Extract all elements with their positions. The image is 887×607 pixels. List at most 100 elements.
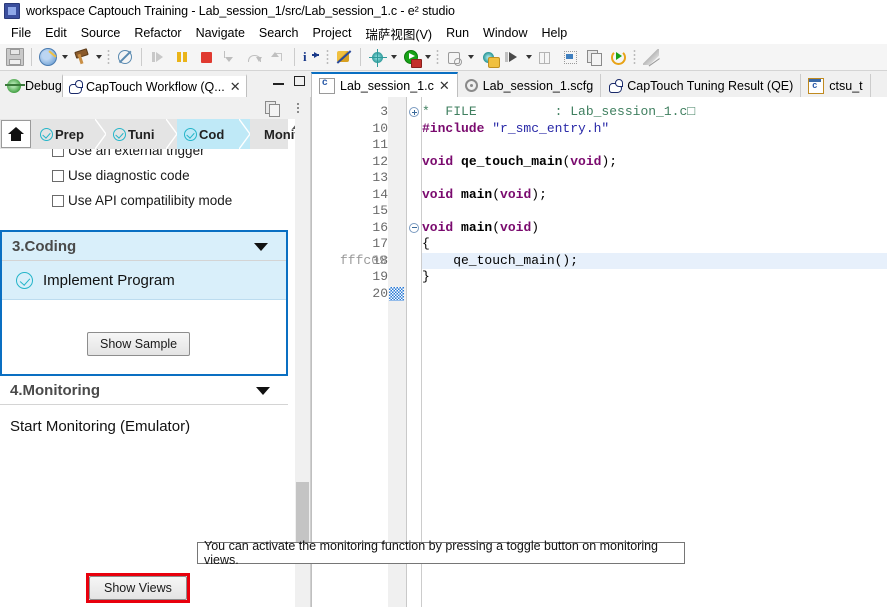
show-views-button[interactable]: Show Views <box>89 576 187 600</box>
editor-tab-lab-session-1-c-label: Lab_session_1.c <box>340 78 434 93</box>
new-wizard-button[interactable] <box>37 46 59 68</box>
code-line[interactable]: void main(void) <box>422 220 887 237</box>
code-line[interactable] <box>422 170 887 187</box>
menu-item-navigate[interactable]: Navigate <box>189 24 252 42</box>
checkbox-icon[interactable] <box>52 149 64 157</box>
save-icon <box>6 48 24 66</box>
step-return-button[interactable] <box>267 46 289 68</box>
editor-tab-lab-session-1-c[interactable]: Lab_session_1.c ✕ <box>311 72 458 97</box>
editor-tab-ctsu[interactable]: ctsu_t <box>801 74 871 97</box>
run-button[interactable] <box>400 46 422 68</box>
menu-item-help[interactable]: Help <box>535 24 575 42</box>
editor-tab-captouch-tuning-result[interactable]: CapTouch Tuning Result (QE) <box>601 74 802 97</box>
step-into-icon <box>222 49 238 65</box>
left-panel-scrollbar[interactable] <box>295 119 310 607</box>
profile-button[interactable] <box>443 46 465 68</box>
checkbox-icon[interactable] <box>52 194 64 207</box>
minimize-icon[interactable] <box>273 76 284 86</box>
code-line[interactable] <box>422 286 887 303</box>
menu-item-renesas-views[interactable]: 瑞萨视图(V) <box>358 22 439 45</box>
step-into-button[interactable] <box>219 46 241 68</box>
chevron-down-icon[interactable] <box>254 243 268 251</box>
run-to-line-dropdown[interactable] <box>524 46 534 68</box>
option-use-diagnostic-code[interactable]: Use diagnostic code <box>0 164 288 187</box>
reset-button[interactable] <box>607 46 629 68</box>
task-start-monitoring-emulator[interactable]: Start Monitoring (Emulator) <box>0 411 288 441</box>
home-button[interactable] <box>1 120 31 148</box>
code-editor[interactable]: 3 10 11 12 13 14 15 16 17 18 fffc09f4 19 20 * FILE :… <box>311 97 887 607</box>
instruction-stepping-button[interactable]: i <box>300 46 322 68</box>
suspend-button[interactable] <box>171 46 193 68</box>
menu-item-run[interactable]: Run <box>439 24 476 42</box>
workflow-step-tuning[interactable]: Tuni <box>106 119 177 149</box>
chevron-down-icon[interactable] <box>256 387 270 395</box>
tab-captouch-workflow[interactable]: CapTouch Workflow (Q... ✕ <box>62 74 247 97</box>
maximize-icon[interactable] <box>294 76 305 86</box>
menu-item-edit[interactable]: Edit <box>38 24 74 42</box>
code-line[interactable]: #include "r_smc_entry.h" <box>422 121 887 138</box>
run-dropdown[interactable] <box>423 46 433 68</box>
code-line[interactable] <box>422 203 887 220</box>
debug-dropdown[interactable] <box>389 46 399 68</box>
ruler-button[interactable] <box>640 46 662 68</box>
workflow-step-coding[interactable]: Cod <box>177 119 250 149</box>
build-dropdown[interactable] <box>94 46 104 68</box>
debug-button[interactable] <box>366 46 388 68</box>
menu-item-window[interactable]: Window <box>476 24 534 42</box>
reset-icon <box>610 49 626 65</box>
code-line[interactable]: void main(void); <box>422 187 887 204</box>
skip-breakpoints-button[interactable] <box>114 46 136 68</box>
code-token: void <box>422 186 462 202</box>
show-sample-button[interactable]: Show Sample <box>87 332 191 356</box>
code-token: #include <box>422 120 493 136</box>
new-wizard-dropdown[interactable] <box>60 46 70 68</box>
code-line[interactable]: { <box>422 236 887 253</box>
step-over-button[interactable] <box>243 46 265 68</box>
code-line[interactable]: qe_touch_main(); <box>422 252 887 269</box>
code-line[interactable]: void qe_touch_main(void); <box>422 154 887 171</box>
task-implement-program[interactable]: Implement Program <box>2 261 286 300</box>
menu-item-search[interactable]: Search <box>252 24 306 42</box>
menu-item-source[interactable]: Source <box>74 24 128 42</box>
terminate-button[interactable] <box>195 46 217 68</box>
tab-debug[interactable]: Debug <box>0 75 67 97</box>
suspend-icon <box>174 49 190 65</box>
resume-button[interactable] <box>147 46 169 68</box>
build-button[interactable] <box>71 46 93 68</box>
section-monitoring: 4.Monitoring Start Monitoring (Emulator) <box>0 376 288 441</box>
view-menu-icon[interactable] <box>296 102 300 114</box>
fold-collapse-icon[interactable] <box>409 222 419 233</box>
copy-button[interactable] <box>583 46 605 68</box>
checkbox-icon[interactable] <box>52 169 64 182</box>
toolbar-dotted-separator <box>436 49 439 65</box>
code-line[interactable]: * FILE : Lab_session_1.c□ <box>422 104 887 121</box>
copy-icon <box>586 49 602 66</box>
save-button[interactable] <box>4 46 26 68</box>
run-to-line-button[interactable] <box>501 46 523 68</box>
close-icon[interactable]: ✕ <box>230 80 241 93</box>
menu-item-project[interactable]: Project <box>306 24 359 42</box>
external-tools-button[interactable] <box>477 46 500 68</box>
code-line[interactable]: } <box>422 269 887 286</box>
editor-tab-lab-session-1-scfg[interactable]: Lab_session_1.scfg <box>458 74 602 97</box>
section-coding: 3.Coding Implement Program Show Sample <box>0 230 288 376</box>
option-use-external-trigger[interactable]: Use an external trigger <box>0 149 288 162</box>
fold-expand-icon[interactable] <box>409 107 419 117</box>
editor-folding-gutter[interactable] <box>407 97 422 607</box>
menu-item-file[interactable]: File <box>4 24 38 42</box>
section-coding-header[interactable]: 3.Coding <box>2 232 286 261</box>
profile-dropdown[interactable] <box>466 46 476 68</box>
close-icon[interactable]: ✕ <box>439 79 450 92</box>
option-use-api-compat-mode[interactable]: Use API compatilibity mode <box>0 189 288 212</box>
workflow-step-preparation[interactable]: Prep <box>33 119 106 149</box>
editor-code-area[interactable]: * FILE : Lab_session_1.c□ #include "r_smc… <box>422 97 887 607</box>
open-in-window-icon[interactable] <box>264 100 280 117</box>
section-monitoring-header[interactable]: 4.Monitoring <box>0 376 288 405</box>
tree-view-button[interactable] <box>559 46 581 68</box>
menu-item-refactor[interactable]: Refactor <box>127 24 188 42</box>
code-line[interactable] <box>422 137 887 154</box>
columns-button[interactable] <box>535 46 557 68</box>
disable-breakpoints-button[interactable] <box>333 46 355 68</box>
editor-marker-gutter[interactable] <box>388 97 407 607</box>
window-title: workspace Captouch Training - Lab_sessio… <box>26 4 455 18</box>
